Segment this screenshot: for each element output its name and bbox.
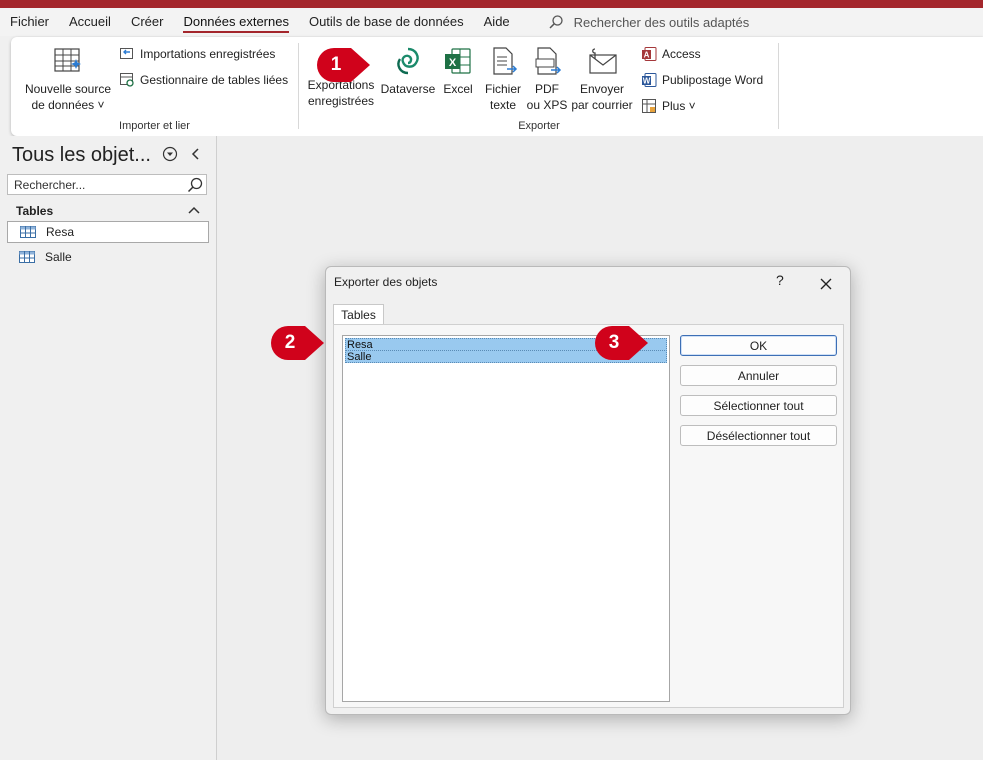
more-label: Plus ˅	[662, 99, 696, 113]
table-icon	[20, 226, 36, 238]
search-icon[interactable]	[187, 177, 203, 193]
callout-1-number: 1	[330, 54, 342, 75]
search-icon	[549, 15, 563, 29]
excel-icon: X	[442, 45, 474, 77]
new-data-source-icon	[52, 45, 84, 77]
ribbon-separator	[778, 43, 779, 129]
email-label-1: Envoyer	[579, 82, 625, 96]
tab-accueil[interactable]: Accueil	[59, 8, 121, 36]
dataverse-icon	[392, 45, 424, 77]
cancel-button[interactable]: Annuler	[680, 365, 837, 386]
export-objects-dialog: Exporter des objets ? Tables Resa Salle …	[325, 266, 851, 715]
saved-imports-icon	[119, 46, 135, 62]
deselect-all-button[interactable]: Désélectionner tout	[680, 425, 837, 446]
close-icon[interactable]	[818, 276, 834, 292]
menu-bar: Fichier Accueil Créer Données externes O…	[0, 8, 983, 36]
email-icon	[586, 45, 618, 77]
nav-item-resa[interactable]: Resa	[7, 221, 209, 243]
pdf-xps-export-button[interactable]: PDF ou XPS	[525, 45, 569, 113]
collapse-pane-icon[interactable]	[190, 147, 202, 161]
pdf-label-2: ou XPS	[526, 98, 568, 112]
nav-search-box[interactable]	[7, 174, 207, 195]
dialog-help-button[interactable]: ?	[776, 272, 784, 288]
nav-pane-controls	[162, 146, 202, 162]
callout-3-number: 3	[608, 332, 620, 353]
more-formats-icon	[641, 98, 657, 114]
callout-2: 2	[271, 326, 325, 360]
callout-3: 3	[595, 326, 649, 360]
access-export-button[interactable]: A Access	[641, 46, 701, 62]
select-all-button[interactable]: Sélectionner tout	[680, 395, 837, 416]
tab-fichier[interactable]: Fichier	[0, 8, 59, 36]
tell-me-search[interactable]: Rechercher des outils adaptés	[548, 14, 750, 30]
title-bar-strip	[0, 0, 983, 8]
table-icon	[19, 251, 35, 263]
new-data-source-button[interactable]: Nouvelle source de données ˅	[23, 45, 113, 113]
linked-table-manager-label: Gestionnaire de tables liées	[140, 73, 289, 87]
word-merge-label: Publipostage Word	[662, 73, 764, 87]
new-data-source-label-1: Nouvelle source	[24, 82, 112, 96]
svg-text:A: A	[644, 51, 650, 60]
ribbon: Nouvelle source de données ˅ Importation…	[11, 37, 983, 136]
callout-2-number: 2	[284, 332, 296, 353]
word-merge-button[interactable]: W Publipostage Word	[641, 72, 763, 88]
email-label-2: par courrier	[571, 98, 633, 112]
text-file-label-1: Fichier	[484, 82, 521, 96]
nav-section-label: Tables	[16, 204, 54, 218]
dialog-tab-panel: Resa Salle OK Annuler Sélectionner tout …	[333, 324, 844, 708]
more-export-button[interactable]: Plus ˅	[641, 98, 696, 114]
text-file-export-button[interactable]: Fichier texte	[480, 45, 526, 113]
excel-export-button[interactable]: X Excel	[438, 45, 478, 97]
pdf-xps-icon	[531, 45, 563, 77]
nav-item-label: Salle	[45, 250, 72, 264]
nav-search-input[interactable]	[8, 175, 190, 194]
linked-table-manager-icon	[119, 72, 135, 88]
pdf-label-1: PDF	[535, 82, 559, 96]
tab-tables[interactable]: Tables	[333, 304, 384, 325]
callout-1: 1	[317, 48, 371, 82]
saved-imports-label: Importations enregistrées	[140, 47, 276, 61]
ribbon-group-export: Exportations enregistrées Dataverse X Ex…	[299, 37, 779, 136]
access-icon: A	[641, 46, 657, 62]
tell-me-placeholder: Rechercher des outils adaptés	[573, 14, 750, 30]
tab-donnees-externes[interactable]: Données externes	[173, 8, 299, 36]
nav-item-salle[interactable]: Salle	[7, 246, 209, 268]
ok-button[interactable]: OK	[680, 335, 837, 356]
nav-item-label: Resa	[46, 225, 75, 239]
nav-pane-title[interactable]: Tous les objet...	[12, 144, 151, 167]
text-file-icon	[487, 45, 519, 77]
navigation-pane: Tous les objet... Tables Resa	[0, 136, 217, 760]
tab-aide[interactable]: Aide	[474, 8, 520, 36]
saved-exports-label-2: enregistrées	[307, 94, 375, 108]
nav-menu-dropdown-icon[interactable]	[162, 146, 178, 162]
dataverse-button[interactable]: Dataverse	[380, 45, 436, 97]
dialog-title: Exporter des objets	[334, 275, 438, 289]
email-export-button[interactable]: Envoyer par courrier	[569, 45, 635, 113]
new-data-source-label-2: de données ˅	[31, 98, 105, 112]
tab-creer[interactable]: Créer	[121, 8, 174, 36]
text-file-label-2: texte	[489, 98, 516, 112]
svg-text:X: X	[449, 57, 457, 69]
dataverse-label: Dataverse	[380, 82, 436, 96]
nav-section-tables[interactable]: Tables	[16, 204, 201, 218]
tab-outils-base-de-donnees[interactable]: Outils de base de données	[299, 8, 474, 36]
ribbon-group-import: Nouvelle source de données ˅ Importation…	[11, 37, 298, 136]
linked-table-manager-button[interactable]: Gestionnaire de tables liées	[119, 72, 288, 88]
chevron-up-icon[interactable]	[187, 204, 201, 216]
word-merge-icon: W	[641, 72, 657, 88]
objects-listbox[interactable]: Resa Salle	[342, 335, 670, 702]
saved-imports-button[interactable]: Importations enregistrées	[119, 46, 275, 62]
export-group-label: Exporter	[518, 120, 560, 132]
excel-label: Excel	[443, 82, 473, 96]
access-label: Access	[662, 47, 701, 61]
svg-text:W: W	[643, 77, 651, 86]
import-group-label: Importer et lier	[119, 120, 190, 132]
